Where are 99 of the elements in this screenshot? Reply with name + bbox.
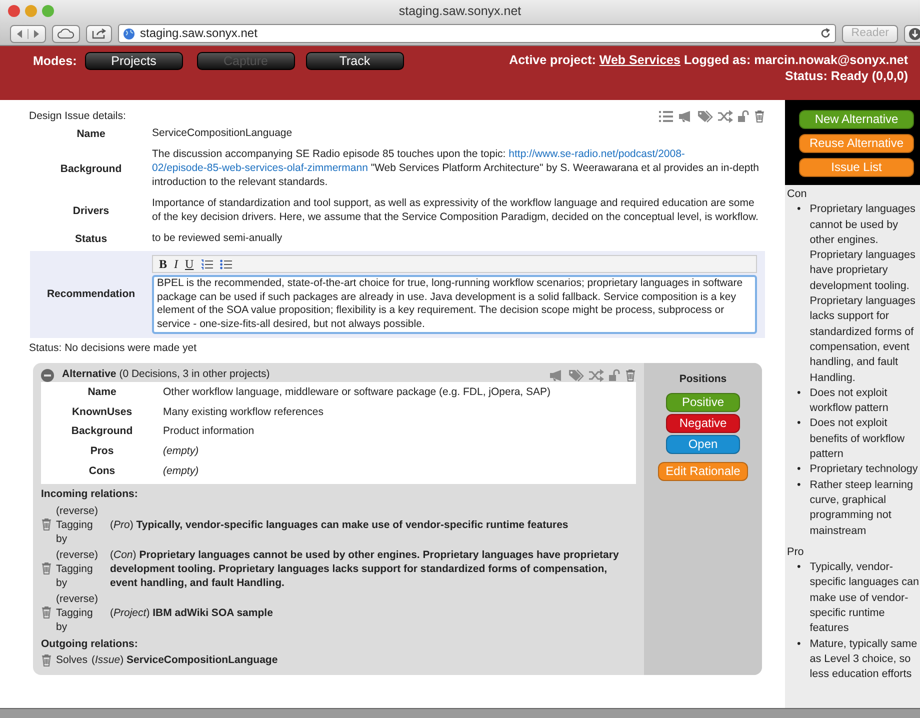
underline-button[interactable]: U <box>185 258 194 270</box>
megaphone-icon[interactable] <box>549 368 564 382</box>
active-project-label: Active project: <box>509 53 596 67</box>
list-item-text: Typically, vendor-specific languages can make use of vendor-specific runtime features <box>810 560 920 636</box>
list-item-text: Proprietary languages cannot be used by other engines. Proprietary languages have proprietary development tooling. Proprietary languages lacks support for standardized forms of compensation, event handling, and fault Handling. <box>810 202 916 386</box>
relation-target: (Con) Proprietary languages cannot be used by other engines. Proprietary languages have proprietary development tooling. Proprietary languages lacks support for standardized forms of compensation, event handling, and fault Handling. <box>110 548 620 590</box>
bullet: • <box>797 386 801 401</box>
list-item-text: Mature, typically same as Level 3 choice, so less education efforts <box>810 636 918 682</box>
bullet: • <box>797 560 801 576</box>
relation-target: (Pro) Typically, vendor-specific languages can make use of vendor-specific runtime features <box>110 518 570 532</box>
trash-icon[interactable] <box>41 518 52 532</box>
share-button[interactable] <box>86 24 112 42</box>
field-label: Name <box>76 128 106 142</box>
field-label: Cons <box>88 464 116 478</box>
reload-icon[interactable] <box>820 28 832 39</box>
minimize-icon[interactable] <box>25 5 37 17</box>
unlock-icon[interactable] <box>608 368 621 382</box>
field-label: Name <box>88 386 116 400</box>
modes-label: Modes: <box>33 53 77 70</box>
bullet: • <box>797 636 801 652</box>
field-value: The discussion accompanying SE Radio episode 85 touches upon the topic: http://www.se-radio.net/podcast/2008- 02/episode-85-web-services-olaf-zimmermann "Web Services Platform Architecture" by S. Weerawarana et al provides an in-depth introduction to the relevant standards. <box>152 148 760 188</box>
trash-icon[interactable] <box>41 654 52 667</box>
section-title: Con <box>787 188 807 200</box>
project-link[interactable]: Web Services <box>599 53 680 67</box>
cloud-button[interactable] <box>52 24 80 42</box>
sidebar-button[interactable]: New Alternative <box>799 110 914 129</box>
download-button[interactable] <box>904 24 920 42</box>
list-item-text: Proprietary technology <box>810 462 918 478</box>
field-value: Other workflow language, middleware or software package (e.g. FDL, jOpera, SAP) <box>163 386 551 398</box>
field-value: Product information <box>163 425 254 438</box>
field-value: Importance of standardization and tool support, as well as expressivity of the workflow language and required education are some of the key decision drivers. Here, we assume that the Service Composition Paradigm, decided on the conceptual level, is workflow. <box>152 197 758 223</box>
relations-heading: Incoming relations: <box>41 488 138 500</box>
bullet: • <box>797 478 801 493</box>
decision-status-text: Status: No decisions were made yet <box>29 342 196 354</box>
field-label: Pros <box>90 444 114 459</box>
numbered-list-icon[interactable] <box>200 258 213 270</box>
field-label: Recommendation <box>46 288 136 302</box>
logged-user-text: Logged as: marcin.nowak@sonyx.net <box>684 53 908 67</box>
share-icon <box>91 28 107 39</box>
zoom-icon[interactable] <box>42 5 54 17</box>
field-value: (empty) <box>163 444 199 457</box>
trash-icon[interactable] <box>41 562 52 576</box>
bulleted-list-icon[interactable] <box>220 258 232 270</box>
field-label: Background <box>60 162 122 177</box>
window-title: staging.saw.sonyx.net <box>398 4 522 18</box>
position-button[interactable]: Positive <box>666 392 740 412</box>
section-heading: Design Issue details: <box>29 110 126 124</box>
positions-heading: Positions <box>679 373 727 387</box>
field-value: (empty) <box>163 464 199 477</box>
trash-icon[interactable] <box>41 606 52 620</box>
field-value: ServiceCompositionLanguage <box>152 126 292 139</box>
download-icon <box>909 28 920 40</box>
relation-type: Solves <box>56 653 88 668</box>
bullet: • <box>797 462 801 478</box>
mode-button[interactable]: Track <box>306 52 404 70</box>
italic-button[interactable]: I <box>174 258 178 270</box>
shuffle-icon[interactable] <box>717 110 733 124</box>
bullet: • <box>797 202 801 218</box>
trash-icon[interactable] <box>625 368 636 382</box>
shuffle-icon[interactable] <box>588 368 604 382</box>
status-text: Status: Ready (0,0,0) <box>785 69 908 83</box>
relation-target: (Issue) ServiceCompositionLanguage <box>92 653 279 668</box>
tags-icon[interactable] <box>568 368 584 382</box>
cloud-icon <box>57 28 75 39</box>
field-label: Status <box>74 233 108 248</box>
list-icon[interactable] <box>658 110 674 124</box>
megaphone-icon[interactable] <box>678 110 693 124</box>
relation-target: (Project) IBM adWiki SOA sample <box>110 606 274 620</box>
unlock-icon[interactable] <box>737 110 750 124</box>
relation-type: (reverse) Tagging by <box>56 504 100 546</box>
field-label: KnownUses <box>72 406 132 420</box>
address-field[interactable]: staging.saw.sonyx.net <box>118 24 836 43</box>
recommendation-editor[interactable]: BPEL is the recommended, state-of-the-art choice for true, long-running workflow scenarios; proprietary languages in software package can be used if such packages are already in use. Java development is a solid fallback. Service composition is a key element of the SOA value proposition; flexibility is a key requirement. The decision scope might be process, subprocess or service - one-size-fits-all desired, but not always possible. <box>152 275 757 334</box>
globe-icon <box>123 28 135 40</box>
position-button[interactable]: Negative <box>666 414 740 433</box>
relations-heading: Outgoing relations: <box>41 638 138 650</box>
section-title: Pro <box>787 546 804 558</box>
field-value: to be reviewed semi-anually <box>152 232 282 244</box>
position-button[interactable]: Open <box>666 434 740 454</box>
trash-icon[interactable] <box>754 110 765 124</box>
bullet: • <box>797 416 801 432</box>
list-item-text: Does not exploit benefits of workflow pattern <box>810 416 906 462</box>
field-label: Drivers <box>72 205 110 219</box>
arrows-icon <box>15 28 41 38</box>
podcast-link[interactable]: http://www.se-radio.net/podcast/2008- <box>508 148 685 160</box>
list-item-text: Rather steep learning curve, graphical programming not mainstream <box>810 478 914 539</box>
collapse-icon[interactable] <box>41 368 54 382</box>
field-value: Many existing workflow references <box>163 406 324 418</box>
bold-button[interactable]: B <box>159 258 168 270</box>
field-label: Background <box>71 425 133 439</box>
relation-type: (reverse) Tagging by <box>56 548 100 590</box>
alternative-title: Alternative (0 Decisions, 3 in other projects) <box>62 368 270 382</box>
tags-icon[interactable] <box>697 110 713 124</box>
close-icon[interactable] <box>8 5 20 17</box>
mode-button[interactable]: Projects <box>84 52 183 70</box>
back-forward-button[interactable] <box>10 24 46 42</box>
podcast-link[interactable]: 02/episode-85-web-services-olaf-zimmermann <box>152 162 368 174</box>
relation-type: (reverse) Tagging by <box>56 592 100 634</box>
list-item-text: Does not exploit workflow pattern <box>810 386 890 416</box>
